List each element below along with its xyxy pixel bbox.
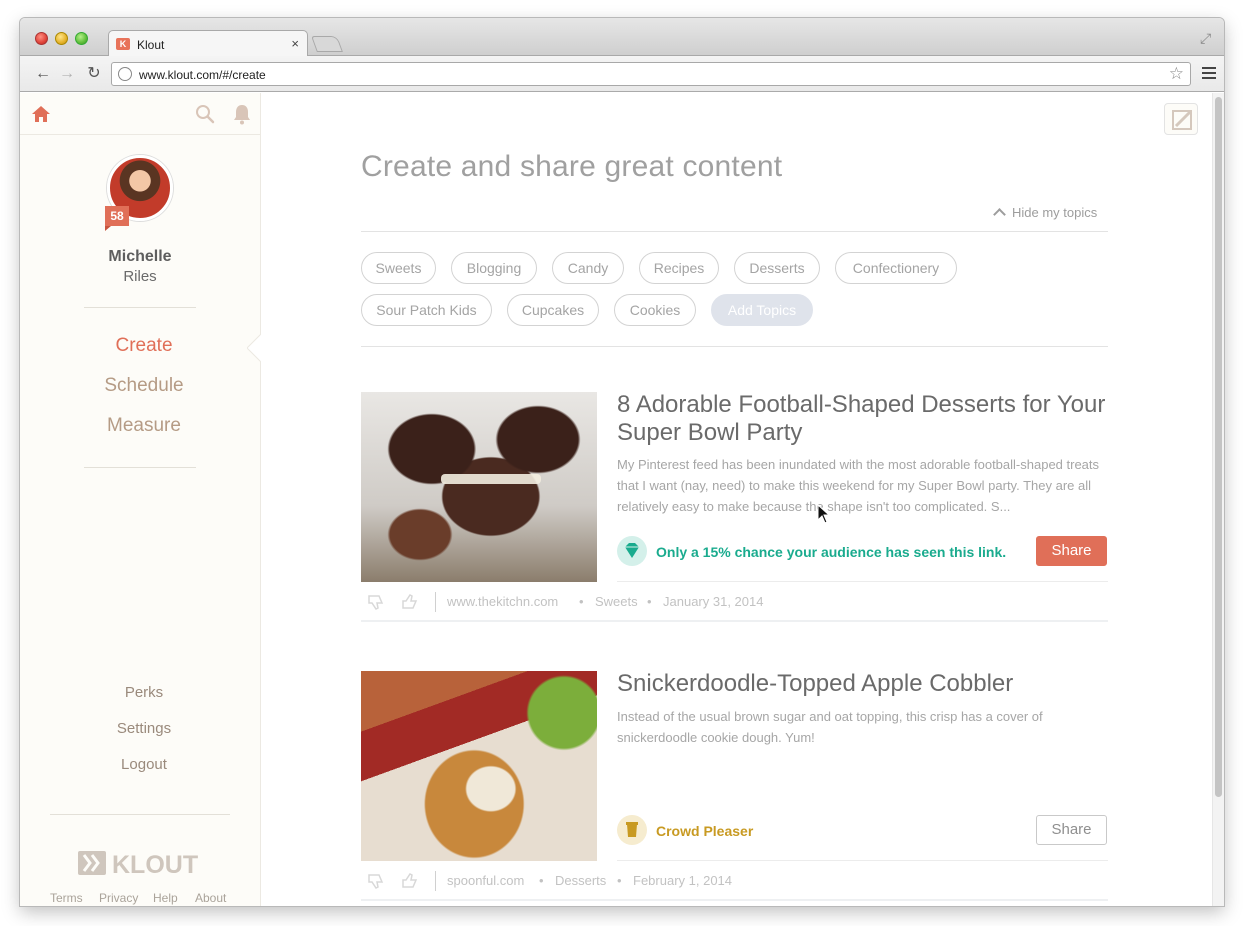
article-description: Instead of the usual brown sugar and oat… (617, 709, 1043, 745)
bullet-separator: • (579, 594, 584, 609)
thumbs-down-icon[interactable] (366, 871, 386, 891)
sidebar-divider (50, 814, 230, 815)
crowd-pleaser-insight: Crowd Pleaser (656, 823, 754, 839)
browser-tab[interactable]: K Klout × (108, 30, 308, 57)
article-thumbnail[interactable] (361, 392, 597, 582)
thumbs-up-icon[interactable] (400, 592, 420, 612)
reload-icon[interactable]: ↻ (85, 65, 103, 83)
topic-pill[interactable]: Sour Patch Kids (361, 294, 492, 326)
page-scrollbar[interactable] (1212, 93, 1224, 906)
bullet-separator: • (539, 873, 544, 888)
page: 58 Michelle Riles Create Schedule Measur… (20, 93, 1224, 906)
cup-icon (617, 815, 647, 845)
tab-close-icon[interactable]: × (291, 36, 299, 51)
search-icon[interactable] (195, 104, 215, 124)
article-source[interactable]: spoonful.com (447, 873, 524, 888)
topic-pill[interactable]: Desserts (734, 252, 820, 284)
article-title[interactable]: Snickerdoodle-Topped Apple Cobbler (617, 670, 1117, 698)
privacy-link[interactable]: Privacy (99, 891, 138, 905)
bullet-separator: • (647, 594, 652, 609)
address-bar[interactable]: www.klout.com/#/create ☆ (111, 62, 1191, 86)
article-source[interactable]: www.thekitchn.com (447, 594, 558, 609)
thumbs-down-icon[interactable] (366, 592, 386, 612)
meta-separator (435, 871, 436, 891)
user-first-name: Michelle (108, 248, 172, 265)
klout-logo: KLOUT (78, 851, 198, 877)
hide-topics-label: Hide my topics (1012, 205, 1098, 220)
topic-pill[interactable]: Cupcakes (507, 294, 599, 326)
user-last-name: Riles (123, 268, 157, 285)
article-date: February 1, 2014 (633, 873, 733, 888)
mouse-cursor-icon (817, 504, 831, 524)
topics-bottom-divider (361, 346, 1108, 347)
tab-title: Klout (137, 38, 165, 52)
browser-titlebar: K Klout × ⤢ (20, 18, 1224, 57)
close-window-button[interactable] (35, 32, 48, 45)
diamond-glyph-icon (625, 543, 639, 558)
topic-pill[interactable]: Blogging (451, 252, 537, 284)
sidebar-divider (84, 467, 196, 468)
bullet-separator: • (617, 873, 622, 888)
thumbs-up-icon[interactable] (400, 871, 420, 891)
perks-link[interactable]: Perks (20, 684, 268, 701)
chevron-up-icon (993, 208, 1006, 221)
nav-schedule[interactable]: Schedule (20, 375, 268, 397)
hide-topics-link[interactable]: Hide my topics (993, 205, 1098, 221)
diamond-icon (617, 536, 647, 566)
sidebar: 58 Michelle Riles Create Schedule Measur… (20, 93, 261, 906)
url-text[interactable]: www.klout.com/#/create (139, 68, 266, 82)
back-arrow-icon[interactable]: ← (34, 65, 52, 83)
seen-chance-insight: Only a 15% chance your audience has seen… (656, 544, 1007, 560)
topic-pill[interactable]: Cookies (614, 294, 696, 326)
active-nav-indicator (247, 334, 261, 362)
klout-score-badge: 58 (105, 206, 129, 231)
klout-favicon-icon: K (116, 38, 130, 50)
settings-link[interactable]: Settings (20, 720, 268, 737)
bell-icon[interactable] (232, 103, 252, 125)
sidebar-top-bar (20, 93, 260, 135)
help-link[interactable]: Help (153, 891, 178, 905)
share-button[interactable]: Share (1036, 815, 1107, 845)
bookmark-star-icon[interactable]: ☆ (1169, 64, 1184, 84)
article-topic[interactable]: Desserts (555, 873, 606, 888)
new-tab-button[interactable] (311, 36, 343, 52)
globe-icon (118, 67, 132, 81)
article-description: My Pinterest feed has been inundated wit… (617, 457, 1100, 514)
nav-measure[interactable]: Measure (20, 415, 268, 437)
home-icon[interactable] (30, 103, 52, 125)
article-date: January 31, 2014 (663, 594, 764, 609)
logout-link[interactable]: Logout (20, 756, 268, 773)
article-thumbnail[interactable] (361, 671, 597, 861)
cup-glyph-icon (626, 822, 638, 837)
zoom-window-button[interactable] (75, 32, 88, 45)
topics-top-divider (361, 231, 1108, 232)
article-meta-row: spoonful.com • Desserts • February 1, 20… (361, 861, 1108, 901)
topic-pill[interactable]: Sweets (361, 252, 436, 284)
article-topic[interactable]: Sweets (595, 594, 638, 609)
pencil-icon (1172, 110, 1192, 130)
scrollbar-thumb[interactable] (1215, 97, 1222, 797)
browser-toolbar: ← → ↻ www.klout.com/#/create ☆ (20, 56, 1224, 92)
minimize-window-button[interactable] (55, 32, 68, 45)
browser-menu-icon[interactable] (1202, 67, 1216, 79)
klout-logo-text: KLOUT (112, 851, 198, 877)
sidebar-divider (84, 307, 196, 308)
topic-pill[interactable]: Recipes (639, 252, 719, 284)
topic-pill[interactable]: Candy (552, 252, 624, 284)
about-link[interactable]: About (195, 891, 226, 905)
browser-window: K Klout × ⤢ ← → ↻ www.klout.com/#/create… (20, 18, 1224, 906)
meta-separator (435, 592, 436, 612)
add-topics-button[interactable]: Add Topics (711, 294, 813, 326)
forward-arrow-icon[interactable]: → (58, 65, 76, 83)
fullscreen-icon[interactable]: ⤢ (1200, 30, 1214, 46)
terms-link[interactable]: Terms (50, 891, 83, 905)
share-button[interactable]: Share (1036, 536, 1107, 566)
article-meta-row: www.thekitchn.com • Sweets • January 31,… (361, 582, 1108, 622)
nav-create[interactable]: Create (20, 335, 268, 357)
page-title: Create and share great content (361, 150, 783, 183)
compose-button[interactable] (1164, 103, 1198, 135)
topic-pill[interactable]: Confectionery (835, 252, 957, 284)
article-title[interactable]: 8 Adorable Football-Shaped Desserts for … (617, 391, 1117, 447)
